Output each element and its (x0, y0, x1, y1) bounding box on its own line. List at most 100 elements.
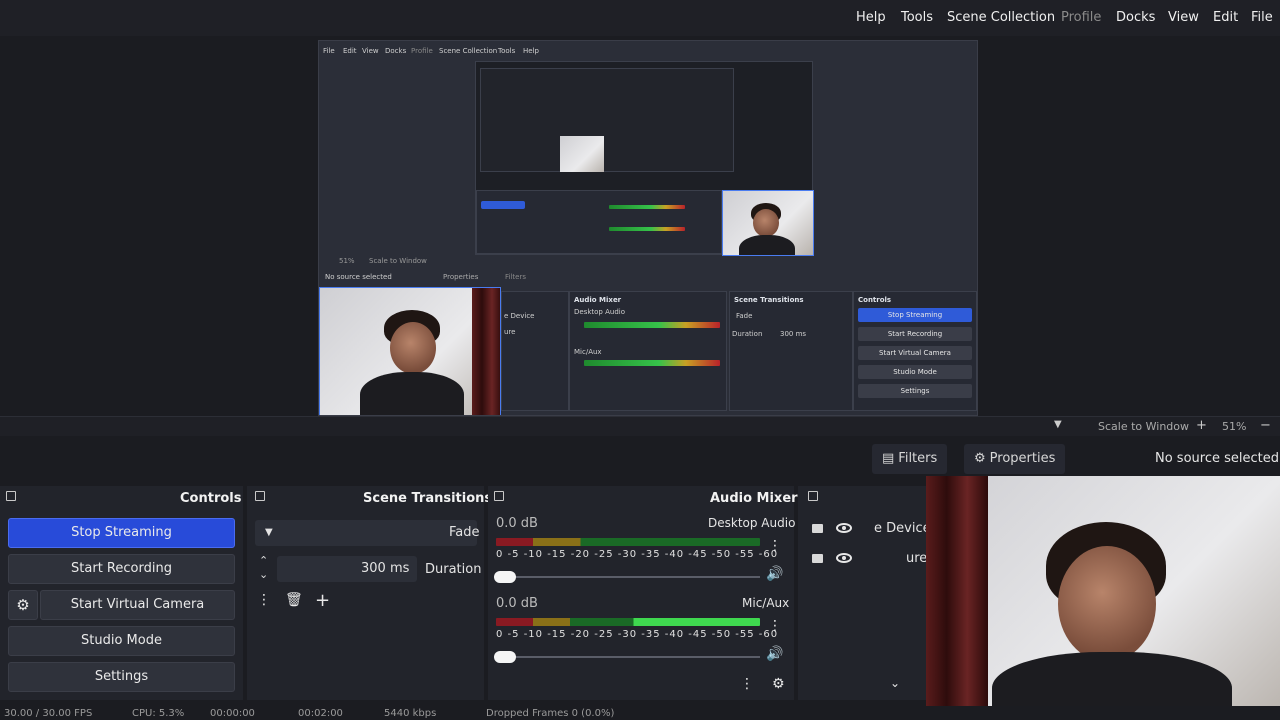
desktop-audio-label: Desktop Audio (708, 516, 796, 530)
settings-button[interactable]: Settings (8, 662, 235, 692)
lock-icon[interactable] (812, 554, 823, 563)
spin-up-icon[interactable]: ⌃ (259, 554, 268, 567)
float-dock-icon[interactable] (6, 491, 16, 501)
start-virtual-camera-button[interactable]: Start Virtual Camera (40, 590, 235, 620)
mic-aux-label: Mic/Aux (742, 596, 790, 610)
menu-scene-collection[interactable]: Scene Collection (947, 10, 1055, 25)
mic-volume-knob[interactable] (494, 651, 516, 663)
nested-curtain (472, 288, 500, 415)
menu-help[interactable]: Help (856, 10, 886, 25)
nested-source-1: e Device (504, 312, 535, 320)
nested-transitions-dock: Scene Transitions Fade Duration 300 ms (729, 291, 853, 411)
desktop-db: 0.0 dB (496, 516, 538, 531)
nested-stop-streaming: Stop Streaming (858, 308, 972, 322)
nested-properties: Properties (443, 273, 479, 281)
audio-mixer-dock: Audio Mixer 0.0 dB Desktop Audio 0 -5 -1… (488, 486, 798, 700)
filter-icon: ▤ (882, 451, 895, 466)
more-options-icon[interactable]: ⋮ (768, 538, 782, 554)
menu-view[interactable]: View (1168, 10, 1199, 25)
mic-ticks: 0 -5 -10 -15 -20 -25 -30 -35 -40 -45 -50… (496, 629, 779, 640)
scale-to-window-label[interactable]: Scale to Window (1098, 420, 1189, 433)
properties-button[interactable]: ⚙ Properties (964, 444, 1066, 474)
nested-settings: Settings (858, 384, 972, 398)
menu-edit[interactable]: Edit (1213, 10, 1238, 25)
nested-webcam-body (360, 372, 464, 415)
nested-audio-dock: Audio Mixer Desktop Audio Mic/Aux (569, 291, 727, 411)
nested-transition-fade: Fade (736, 312, 753, 320)
float-dock-icon[interactable] (255, 491, 265, 501)
menu-docks[interactable]: Docks (1116, 10, 1155, 25)
menu-file[interactable]: File (1251, 10, 1273, 25)
spin-down-icon[interactable]: ⌄ (259, 568, 268, 581)
preview-canvas[interactable]: File Edit View Docks Profile Scene Colle… (318, 40, 978, 416)
float-dock-icon[interactable] (808, 491, 818, 501)
zoom-out-icon[interactable]: − (1260, 418, 1271, 433)
nested-webcam-source[interactable] (319, 287, 501, 415)
scale-dropdown-icon[interactable]: ▼ (1054, 419, 1062, 430)
nested-menu-view: View (362, 47, 379, 55)
nested-menu-profile: Profile (411, 47, 433, 55)
scene-transitions-dock: Scene Transitions ▼ Fade 300 ms ⌃ ⌄ Dura… (247, 486, 492, 700)
gear-icon: ⚙ (16, 596, 30, 614)
nested-duration-value: 300 ms (780, 330, 807, 338)
nested-menu-docks: Docks (385, 47, 407, 55)
start-recording-button[interactable]: Start Recording (8, 554, 235, 584)
nested-webcam-head (390, 322, 436, 374)
add-icon[interactable]: + (315, 590, 330, 611)
nested-desktop-meter (584, 322, 720, 328)
nested-zoom: 51% (339, 257, 355, 265)
nested-virtual-camera: Start Virtual Camera (858, 346, 972, 360)
virtual-camera-settings-button[interactable]: ⚙ (8, 590, 38, 620)
nested-controls-title: Controls (858, 296, 892, 304)
nested-studio-mode: Studio Mode (858, 365, 972, 379)
controls-title: Controls (180, 491, 242, 506)
more-options-icon[interactable]: ⋮ (740, 676, 754, 692)
nested-desktop-audio: Desktop Audio (574, 308, 625, 316)
speaker-icon[interactable]: 🔊 (766, 646, 783, 662)
webcam-overlay (926, 476, 1280, 720)
desktop-ticks: 0 -5 -10 -15 -20 -25 -30 -35 -40 -45 -50… (496, 549, 779, 560)
status-bar: Dropped Frames 0 (0.0%) 5440 kbps 00:02:… (0, 706, 1280, 720)
bitrate: 5440 kbps (384, 708, 437, 719)
fps: 30.00 / 30.00 FPS (4, 708, 93, 719)
stop-streaming-button[interactable]: Stop Streaming (8, 518, 235, 548)
record-time: 00:00:00 (210, 708, 255, 719)
source-item-capture[interactable]: ure (906, 551, 927, 566)
transition-select[interactable]: ▼ Fade (255, 520, 480, 546)
filters-button[interactable]: ▤ Filters (872, 444, 948, 474)
mic-volume-track[interactable] (502, 656, 760, 658)
stream-time: 00:02:00 (298, 708, 343, 719)
nested-source-2: ure (504, 328, 516, 336)
desktop-volume-knob[interactable] (494, 571, 516, 583)
nested-camera-thumb (560, 136, 604, 172)
person-head (1058, 546, 1156, 662)
trash-icon[interactable]: 🗑 (285, 592, 303, 608)
nested-filters: Filters (505, 273, 526, 281)
desktop-volume-track[interactable] (502, 576, 760, 578)
nested-scale: Scale to Window (369, 257, 427, 265)
menu-tools[interactable]: Tools (901, 10, 933, 25)
nested-mic-meter (584, 360, 720, 366)
speaker-icon[interactable]: 🔊 (766, 566, 783, 582)
sources-dock: e Device ure ⌄ (798, 486, 931, 700)
nested-meter-2 (609, 227, 685, 231)
eye-icon[interactable] (836, 523, 852, 533)
nested-scene-highlight (481, 201, 525, 209)
nested-duration-label: Duration (732, 330, 763, 338)
gear-icon[interactable]: ⚙ (772, 676, 785, 692)
zoom-in-icon[interactable]: + (1196, 418, 1207, 433)
dropped-frames: Dropped Frames 0 (0.0%) (486, 708, 615, 719)
more-options-icon[interactable]: ⋮ (257, 592, 271, 608)
nested-menu-edit: Edit (343, 47, 357, 55)
chevron-down-icon[interactable]: ⌄ (890, 676, 900, 690)
duration-spinbox[interactable]: 300 ms (277, 556, 417, 582)
studio-mode-button[interactable]: Studio Mode (8, 626, 235, 656)
more-options-icon[interactable]: ⋮ (768, 618, 782, 634)
nested-start-recording: Start Recording (858, 327, 972, 341)
lock-icon[interactable] (812, 524, 823, 533)
float-dock-icon[interactable] (494, 491, 504, 501)
eye-icon[interactable] (836, 553, 852, 563)
mic-meter (496, 618, 760, 626)
menu-profile[interactable]: Profile (1061, 10, 1101, 25)
source-item-device[interactable]: e Device (874, 521, 931, 536)
